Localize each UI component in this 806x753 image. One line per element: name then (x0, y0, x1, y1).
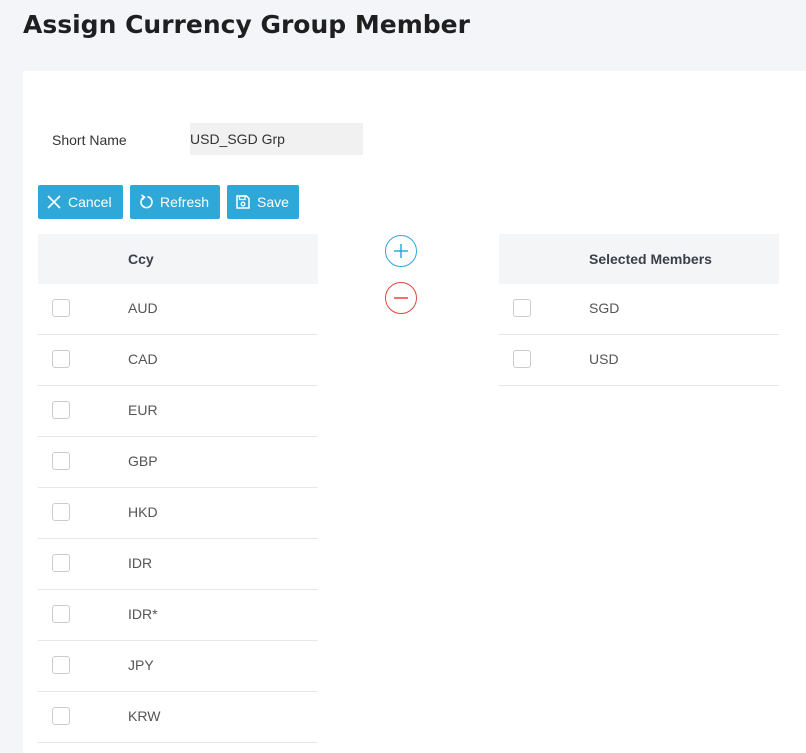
plus-icon (394, 244, 408, 258)
currency-code: GBP (128, 453, 158, 469)
table-row[interactable]: IDR (38, 539, 318, 590)
table-row[interactable]: JPY (38, 641, 318, 692)
currency-code: IDR (128, 555, 153, 571)
row-checkbox[interactable] (513, 350, 531, 368)
page-title: Assign Currency Group Member (23, 10, 470, 39)
grid-header: Selected Members (499, 234, 779, 284)
row-checkbox[interactable] (52, 350, 70, 368)
ccy-column-header: Ccy (128, 251, 154, 267)
table-row[interactable]: EUR (38, 386, 318, 437)
row-checkbox[interactable] (52, 605, 70, 623)
minus-icon (394, 297, 408, 299)
row-checkbox[interactable] (52, 707, 70, 725)
save-button[interactable]: Save (227, 185, 299, 219)
currency-code: AUD (128, 300, 158, 316)
table-row[interactable]: GBP (38, 437, 318, 488)
row-checkbox[interactable] (52, 656, 70, 674)
currency-code: KRW (128, 708, 161, 724)
currency-code: EUR (128, 402, 158, 418)
row-checkbox[interactable] (52, 401, 70, 419)
table-row[interactable]: CAD (38, 335, 318, 386)
short-name-input[interactable] (190, 123, 363, 155)
refresh-button[interactable]: Refresh (130, 185, 220, 219)
currency-code: HKD (128, 504, 158, 520)
remove-member-button[interactable] (385, 282, 417, 314)
table-row[interactable]: AUD (38, 284, 318, 335)
add-member-button[interactable] (385, 235, 417, 267)
currency-code: USD (589, 351, 619, 367)
save-icon (235, 194, 251, 210)
cancel-button[interactable]: Cancel (38, 185, 123, 219)
selected-members-column-header: Selected Members (589, 251, 712, 267)
table-row[interactable]: KRW (38, 692, 318, 743)
refresh-button-label: Refresh (160, 194, 210, 210)
currency-code: IDR* (128, 606, 158, 622)
currency-code: JPY (128, 657, 154, 673)
table-row[interactable]: IDR* (38, 590, 318, 641)
row-checkbox[interactable] (52, 299, 70, 317)
currency-code: SGD (589, 300, 620, 316)
table-row[interactable]: USD (499, 335, 779, 386)
row-checkbox[interactable] (52, 554, 70, 572)
available-currency-grid: Ccy AUD CAD EUR GBP HKD IDR IDR* JPY KRW (38, 234, 318, 743)
table-row[interactable]: HKD (38, 488, 318, 539)
table-row[interactable]: SGD (499, 284, 779, 335)
refresh-icon (138, 194, 154, 210)
selected-members-grid: Selected Members SGD USD (499, 234, 779, 386)
row-checkbox[interactable] (52, 503, 70, 521)
cancel-button-label: Cancel (68, 194, 112, 210)
grid-header: Ccy (38, 234, 318, 284)
close-icon (46, 194, 62, 210)
short-name-label: Short Name (52, 132, 127, 148)
row-checkbox[interactable] (513, 299, 531, 317)
save-button-label: Save (257, 194, 289, 210)
currency-code: CAD (128, 351, 158, 367)
form-card: Short Name Cancel Refresh Save Ccy AUD C… (23, 71, 806, 753)
row-checkbox[interactable] (52, 452, 70, 470)
